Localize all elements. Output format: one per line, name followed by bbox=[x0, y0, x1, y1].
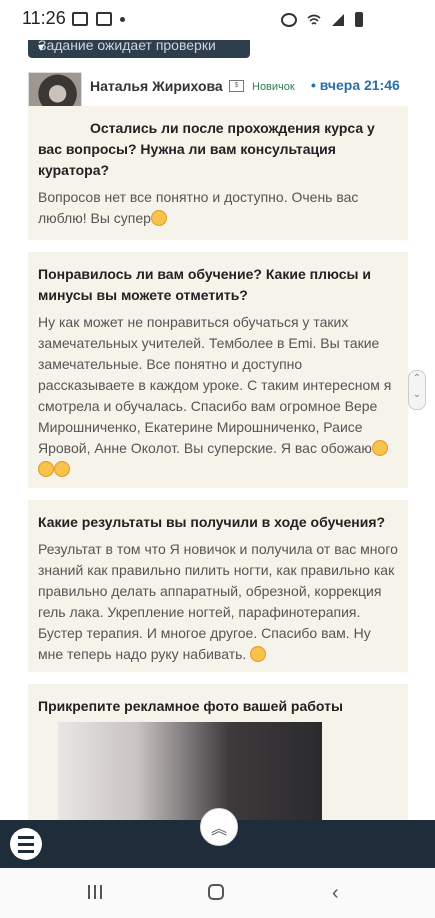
image-icon bbox=[96, 12, 112, 26]
post-timestamp: • вчера 21:46 bbox=[311, 77, 400, 93]
question-text: Остались ли после прохождения курса у ва… bbox=[38, 120, 375, 178]
money-icon: $ bbox=[229, 80, 244, 92]
answer-text: Результат в том что Я новичок и получила… bbox=[38, 539, 398, 665]
qa-card: Прикрепите рекламное фото вашей работы bbox=[28, 684, 408, 820]
recent-apps-icon[interactable] bbox=[88, 885, 104, 899]
chevron-up-icon[interactable]: ︽ bbox=[200, 808, 238, 846]
status-bar: 11:26 bbox=[0, 0, 435, 40]
kissing-emoji-icon bbox=[250, 646, 267, 662]
qa-card: Какие результаты вы получили в ходе обуч… bbox=[28, 500, 408, 672]
back-icon[interactable]: ‹ bbox=[332, 882, 339, 905]
answer-text: Вопросов нет все понятно и доступно. Оче… bbox=[38, 187, 398, 229]
status-time: 11:26 bbox=[22, 8, 66, 28]
author-rank: Новичок bbox=[252, 81, 295, 93]
timestamp-separator: • bbox=[311, 77, 316, 93]
chevron-down-icon: ▾ bbox=[38, 40, 45, 54]
qa-card: Понравилось ли вам обучение? Какие плюсы… bbox=[28, 252, 408, 488]
answer-body: Результат в том что Я новичок и получила… bbox=[38, 541, 398, 662]
more-notifications-icon bbox=[120, 16, 125, 22]
home-icon[interactable] bbox=[208, 884, 224, 900]
smiling-hearts-emoji-icon bbox=[371, 440, 388, 456]
answer-body: Ну как может не понравиться обучаться у … bbox=[38, 314, 392, 456]
gallery-icon bbox=[72, 12, 88, 26]
work-photo[interactable] bbox=[58, 722, 322, 820]
answer-text: Ну как может не понравиться обучаться у … bbox=[38, 312, 398, 480]
notification-icons bbox=[72, 12, 125, 26]
question-text: Какие результаты вы получили в ходе обуч… bbox=[38, 514, 386, 530]
smiling-hearts-emoji-icon bbox=[54, 461, 70, 477]
question-text: Прикрепите рекламное фото вашей работы bbox=[38, 698, 343, 714]
answer-body: Вопросов нет все понятно и доступно. Оче… bbox=[38, 189, 359, 226]
hamburger-icon[interactable] bbox=[10, 828, 42, 860]
smiling-hearts-emoji-icon bbox=[38, 461, 54, 477]
review-status-banner[interactable]: Задание ожидает проверки ▾ bbox=[28, 40, 250, 58]
qa-card: Остались ли после прохождения курса у ва… bbox=[28, 106, 408, 240]
signal-icon bbox=[332, 13, 344, 26]
alarm-icon bbox=[281, 12, 297, 27]
scrollbar-handle[interactable]: ⌃ ⌄ bbox=[408, 370, 426, 410]
author-name[interactable]: Наталья Жирихова bbox=[90, 78, 223, 94]
battery-icon bbox=[355, 12, 363, 27]
smiling-hearts-emoji-icon bbox=[150, 210, 167, 226]
question-text: Понравилось ли вам обучение? Какие плюсы… bbox=[38, 266, 371, 303]
system-icons bbox=[281, 12, 363, 27]
timestamp-text: вчера 21:46 bbox=[319, 77, 400, 93]
wifi-icon bbox=[307, 14, 321, 25]
